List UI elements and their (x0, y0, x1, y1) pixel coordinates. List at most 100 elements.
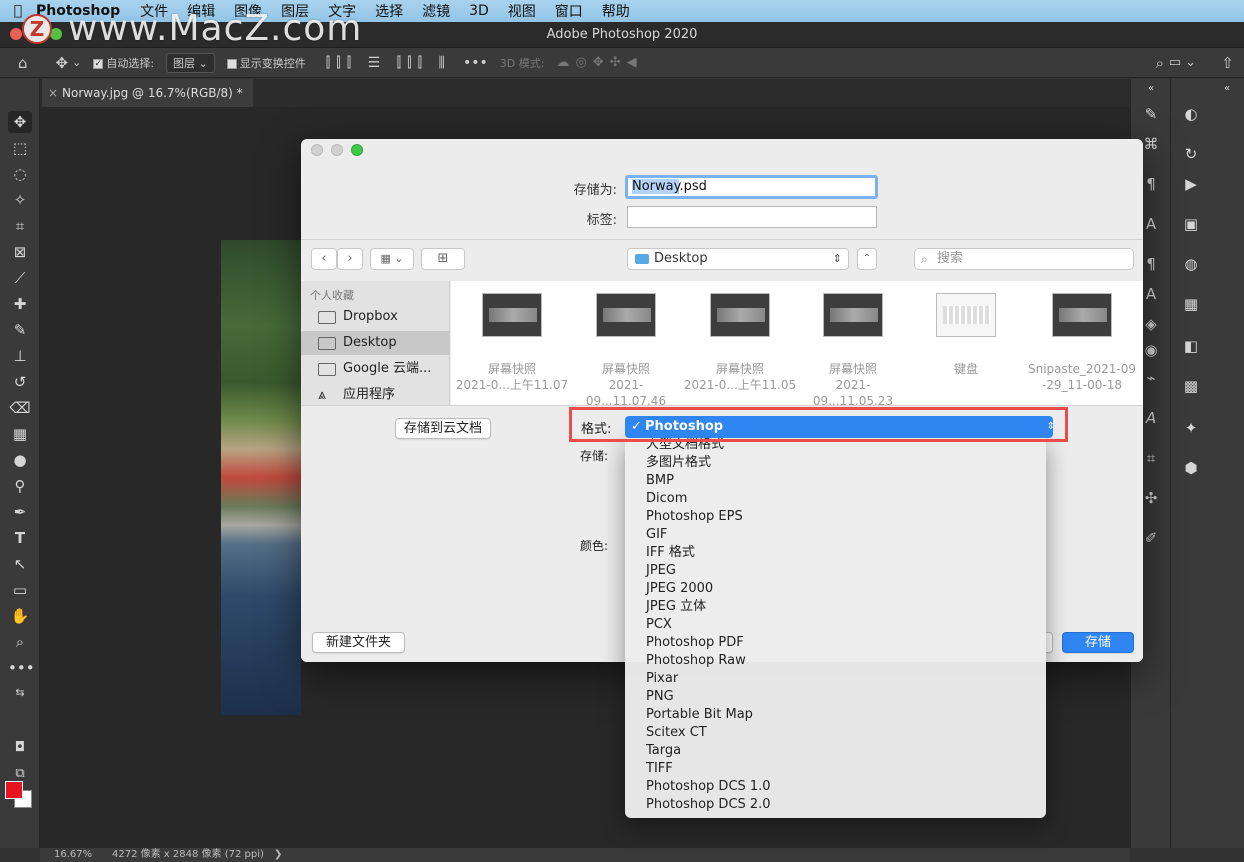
learn-icon[interactable]: ✦ (1179, 419, 1203, 437)
new-folder-button[interactable]: 新建文件夹 (312, 632, 405, 653)
menu-filter[interactable]: 滤镜 (422, 1, 450, 21)
save-to-cloud-button[interactable]: 存储到云文档 (395, 418, 491, 439)
gradients-icon[interactable]: ◧ (1179, 337, 1203, 355)
sidebar-item-dropbox[interactable]: Dropbox (301, 305, 450, 329)
menu-select[interactable]: 选择 (375, 1, 403, 21)
dodge-tool-icon[interactable]: ⚲ (8, 475, 32, 497)
location-dropdown[interactable]: Desktop ⇕ (627, 248, 849, 270)
libraries-icon[interactable]: ▣ (1179, 215, 1203, 233)
search-icon[interactable]: ⌕ (1156, 54, 1164, 72)
marquee-tool-icon[interactable]: ⬚ (8, 137, 32, 159)
zoom-tool-icon[interactable]: ⌕ (8, 631, 32, 653)
format-option[interactable]: Pixar (646, 670, 678, 688)
file-item[interactable]: 屏幕快照 2021-09...11.05.23 (796, 293, 910, 409)
blur-tool-icon[interactable]: ● (8, 449, 32, 471)
status-menu-arrow[interactable]: ❯ (274, 848, 282, 862)
format-option[interactable]: JPEG (646, 562, 676, 580)
format-option[interactable]: Photoshop PDF (646, 634, 744, 652)
format-option[interactable]: Dicom (646, 490, 687, 508)
auto-select-checkbox[interactable]: ✓ 自动选择: (93, 55, 154, 71)
rectangle-tool-icon[interactable]: ▭ (8, 579, 32, 601)
save-button[interactable]: 存储 (1062, 632, 1134, 653)
clone-stamp-icon[interactable]: ⊥ (8, 345, 32, 367)
file-item[interactable]: 键盘 (909, 293, 1023, 377)
home-icon[interactable]: ⌂ (18, 54, 28, 72)
format-option[interactable]: Photoshop EPS (646, 508, 743, 526)
format-option[interactable]: GIF (646, 526, 667, 544)
filename-input[interactable]: Norway.psd (625, 175, 878, 199)
dialog-zoom-button[interactable] (351, 144, 363, 156)
frame-tool-icon[interactable]: ⊠ (8, 241, 32, 263)
menu-window[interactable]: 窗口 (555, 1, 583, 21)
file-item[interactable]: 屏幕快照 2021-0...上午11.07 (455, 293, 569, 393)
history-icon[interactable]: ↻ (1179, 145, 1203, 163)
format-option[interactable]: Photoshop DCS 1.0 (646, 778, 771, 796)
format-option[interactable]: Photoshop DCS 2.0 (646, 796, 771, 814)
format-dropdown[interactable]: ✓ Photoshop ⇕ (625, 416, 1055, 438)
more-options-icon[interactable]: ••• (463, 55, 488, 71)
align-icons[interactable]: ⫿⫿⫿ ☰ ⫿⫿⫿ ⫼ (326, 55, 451, 71)
lasso-tool-icon[interactable]: ◌ (8, 163, 32, 185)
crop-tool-icon[interactable]: ⌗ (8, 215, 32, 237)
quick-mask-icon[interactable]: ◘ (8, 737, 32, 759)
move-tool-icon[interactable]: ✥ (56, 54, 69, 72)
more-tools-icon[interactable]: ••• (8, 657, 35, 679)
format-option[interactable]: JPEG 立体 (646, 598, 706, 616)
3d-mode-icons[interactable]: ☁◎✥✣◀ (556, 55, 642, 70)
healing-brush-icon[interactable]: ✚ (8, 293, 32, 315)
auto-select-dropdown[interactable]: 图层 ⌄ (166, 52, 215, 73)
format-option[interactable]: IFF 格式 (646, 544, 695, 562)
show-transform-checkbox[interactable]: 显示变换控件 (226, 55, 306, 71)
history-brush-icon[interactable]: ↺ (8, 371, 32, 393)
brush-settings-icon[interactable]: ✎ (1139, 105, 1163, 123)
dialog-minimize-button[interactable] (331, 144, 343, 156)
format-option[interactable]: Scitex CT (646, 724, 707, 742)
document-image[interactable] (221, 240, 301, 715)
actions-icon[interactable]: ▶ (1179, 175, 1203, 193)
swap-colors-icon[interactable]: ⇆ (8, 682, 32, 704)
format-option[interactable]: PCX (646, 616, 672, 634)
format-option[interactable]: JPEG 2000 (646, 580, 713, 598)
dialog-close-button[interactable] (311, 144, 323, 156)
swatches-icon[interactable]: ▦ (1179, 295, 1203, 313)
format-option[interactable]: Photoshop Raw (646, 652, 746, 670)
format-option[interactable]: PNG (646, 688, 674, 706)
new-folder-icon-button[interactable]: ⊞ (421, 248, 465, 270)
pen-tool-icon[interactable]: ✒ (8, 501, 32, 523)
format-option[interactable]: Portable Bit Map (646, 706, 753, 724)
hand-tool-icon[interactable]: ✋ (8, 605, 32, 627)
eraser-icon[interactable]: ⌫ (8, 397, 32, 419)
patterns-icon[interactable]: ▩ (1179, 377, 1203, 395)
close-tab-icon[interactable]: × (48, 79, 58, 107)
forward-button[interactable]: › (337, 248, 363, 270)
close-window-button[interactable] (10, 28, 22, 40)
magic-wand-icon[interactable]: ✧ (8, 189, 32, 211)
sidebar-item-google-drive[interactable]: Google 云端... (301, 357, 450, 381)
file-item[interactable]: 屏幕快照 2021-09...11.07.46 (569, 293, 683, 409)
collapse-icon-2[interactable]: « (1215, 83, 1239, 94)
format-option[interactable]: 多图片格式 (646, 454, 711, 472)
collapse-expand-button[interactable]: ⌃ (857, 248, 877, 270)
format-option[interactable]: Targa (646, 742, 681, 760)
chevron-down-icon[interactable]: ⌄ (72, 56, 81, 69)
eyedropper-icon[interactable]: ⟋ (8, 267, 32, 289)
tags-input[interactable] (627, 206, 877, 228)
3d-icon[interactable]: ⬢ (1179, 459, 1203, 477)
foreground-color-swatch[interactable] (5, 781, 23, 799)
file-item[interactable]: 屏幕快照 2021-0...上午11.05 (683, 293, 797, 393)
workspace-icon[interactable]: ▭ ⌄ (1169, 55, 1196, 70)
share-icon[interactable]: ⇧ (1221, 54, 1234, 72)
collapse-icon[interactable]: « (1139, 83, 1163, 94)
back-button[interactable]: ‹ (311, 248, 337, 270)
menu-help[interactable]: 帮助 (602, 1, 630, 21)
sidebar-item-applications[interactable]: ⩓ 应用程序 (301, 383, 450, 407)
color-icon[interactable]: ◍ (1179, 255, 1203, 273)
type-tool-icon[interactable]: T (8, 527, 32, 549)
path-selection-icon[interactable]: ↖ (8, 553, 32, 575)
view-mode-button[interactable]: ▦ ⌄ (370, 248, 414, 270)
sidebar-item-desktop[interactable]: Desktop (301, 331, 450, 355)
move-tool-icon[interactable]: ✥ (8, 111, 32, 133)
format-option[interactable]: TIFF (646, 760, 673, 778)
adjustments-icon[interactable]: ◐ (1179, 105, 1203, 123)
document-tab[interactable]: × Norway.jpg @ 16.7%(RGB/8) * (42, 79, 253, 107)
